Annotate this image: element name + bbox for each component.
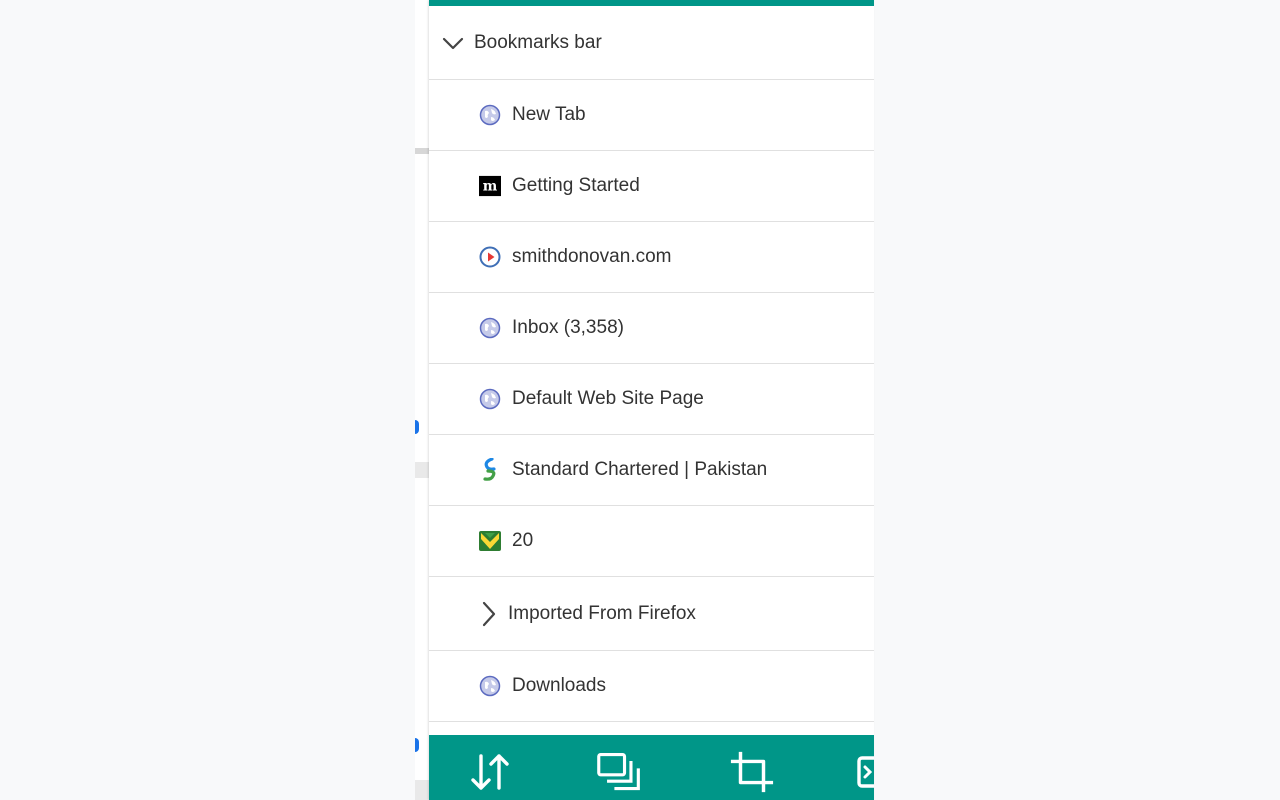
bookmark-item-getting-started[interactable]: m Getting Started (429, 151, 874, 222)
bookmark-label: Default Web Site Page (512, 388, 704, 409)
background-divider (415, 462, 429, 478)
folder-bookmarks-bar[interactable]: Bookmarks bar (429, 6, 874, 80)
bookmarks-panel: Bookmarks bar New Tab m Getting Started … (429, 0, 874, 800)
next-icon (857, 756, 874, 788)
bookmark-item-downloads[interactable]: Downloads (429, 651, 874, 722)
background-indicator (415, 738, 419, 752)
bookmark-label: New Tab (512, 104, 586, 125)
screen: Bookmarks bar New Tab m Getting Started … (0, 0, 1280, 800)
background-indicator (415, 420, 419, 434)
bookmark-item-inbox[interactable]: Inbox (3,358) (429, 293, 874, 364)
background-divider (415, 780, 429, 800)
bookmark-list: New Tab m Getting Started smithdonovan.c… (429, 80, 874, 722)
background-divider (415, 148, 429, 154)
chevron-down-icon[interactable] (441, 31, 465, 55)
bookmark-label: smithdonovan.com (512, 246, 672, 267)
folder-label: Bookmarks bar (474, 31, 602, 53)
sort-button[interactable] (467, 749, 513, 795)
sort-icon (471, 754, 509, 790)
medium-m-icon: m (479, 175, 501, 197)
bookmark-label: Standard Chartered | Pakistan (512, 459, 768, 480)
crop-button[interactable] (729, 749, 775, 795)
bookmark-item-default-web-site[interactable]: Default Web Site Page (429, 364, 874, 435)
chevron-right-icon[interactable] (479, 601, 499, 626)
bottom-toolbar (429, 735, 874, 800)
copy-button[interactable] (596, 749, 642, 795)
crop-icon (730, 751, 774, 793)
bookmark-item-smithdonovan[interactable]: smithdonovan.com (429, 222, 874, 293)
bookmark-label: Getting Started (512, 175, 640, 196)
globe-icon (479, 317, 501, 339)
next-button[interactable] (854, 749, 874, 795)
folder-imported-from-firefox[interactable]: Imported From Firefox (429, 577, 874, 651)
folder-label: Imported From Firefox (508, 602, 696, 624)
copy-icon (597, 752, 640, 791)
map-icon (479, 530, 501, 552)
bookmark-label: Downloads (512, 675, 606, 696)
bookmark-item-standard-chartered[interactable]: Standard Chartered | Pakistan (429, 435, 874, 506)
bookmark-item-new-tab[interactable]: New Tab (429, 80, 874, 151)
svg-text:m: m (483, 179, 498, 195)
standard-chartered-icon (479, 458, 501, 481)
globe-icon (479, 388, 501, 410)
globe-icon (479, 675, 501, 697)
bookmark-label: 20 (512, 530, 534, 551)
bookmark-label: Inbox (3,358) (512, 317, 624, 338)
play-circle-icon (479, 246, 501, 268)
bookmark-item-20[interactable]: 20 (429, 506, 874, 577)
background-page (415, 0, 429, 800)
globe-icon (479, 104, 501, 126)
